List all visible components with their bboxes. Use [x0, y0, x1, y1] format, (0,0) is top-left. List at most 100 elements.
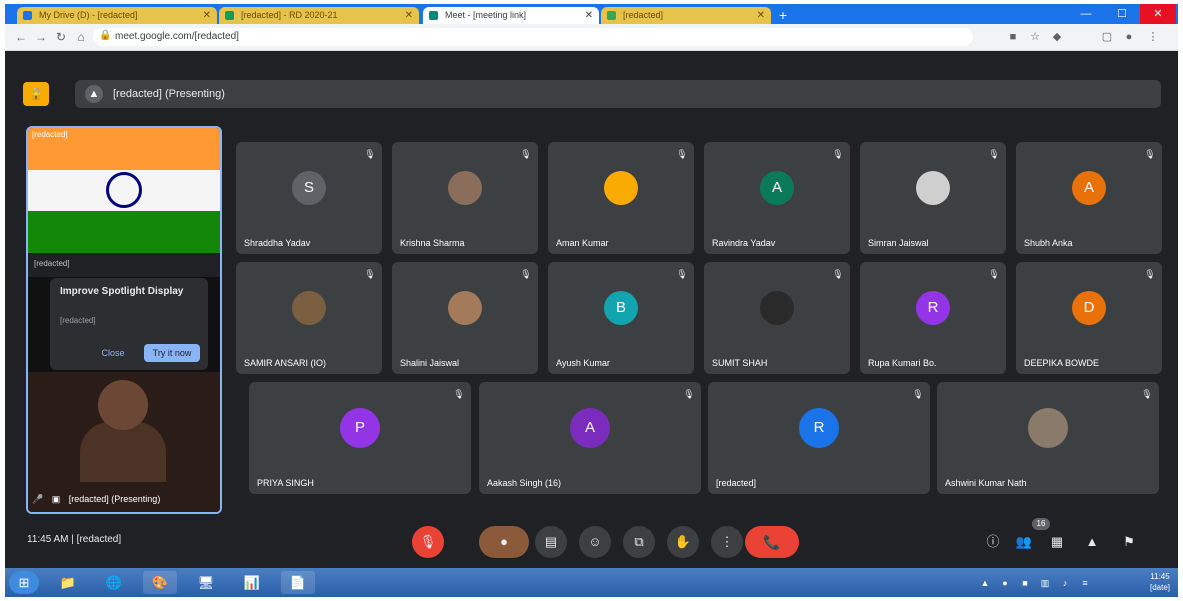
star-icon[interactable]: ☆: [1027, 29, 1043, 45]
presentation-top-text: [redacted]: [32, 130, 68, 139]
participant-name: Krishna Sharma: [400, 238, 465, 248]
home-icon[interactable]: ⌂: [73, 29, 89, 45]
activities-icon[interactable]: ▲: [1080, 530, 1104, 554]
presenter-video: 🎤 ▣ [redacted] (Presenting): [28, 372, 220, 512]
participant-tile[interactable]: 🎙 D DEEPIKA BOWDE: [1016, 262, 1162, 374]
participant-tile[interactable]: 🎙 R [redacted]: [708, 382, 930, 494]
participant-tile[interactable]: 🎙 B Ayush Kumar: [548, 262, 694, 374]
chat-icon[interactable]: ▦: [1045, 530, 1069, 554]
whatsapp-icon: [607, 11, 616, 20]
reload-icon[interactable]: ↻: [53, 29, 69, 45]
popup-close-button[interactable]: Close: [90, 344, 136, 362]
captions-button[interactable]: ▤: [535, 526, 567, 558]
back-icon[interactable]: ←: [13, 29, 29, 45]
browser-tab[interactable]: [redacted] - RD 2020-21 ✕: [219, 7, 419, 24]
close-icon[interactable]: ✕: [203, 7, 211, 24]
participant-name: Simran Jaiswal: [868, 238, 929, 248]
participant-tile[interactable]: 🎙 SUMIT SHAH: [704, 262, 850, 374]
muted-mic-icon: 🎙: [676, 269, 688, 279]
spotlight-popup: Improve Spotlight Display [redacted] Clo…: [50, 278, 208, 370]
avatar-photo: [292, 291, 326, 325]
maximize-button[interactable]: ☐: [1104, 4, 1140, 24]
host-controls-icon[interactable]: 🔒: [23, 82, 49, 106]
caption-text: [redacted]: [34, 259, 70, 268]
presentation-screen: [redacted]: [28, 128, 220, 253]
muted-mic-icon: 🎙: [520, 269, 532, 279]
avatar: S: [292, 171, 326, 205]
close-icon[interactable]: ✕: [757, 7, 765, 24]
browser-tab-active[interactable]: Meet - [meeting link] ✕: [423, 7, 599, 24]
people-icon[interactable]: 👥: [1012, 530, 1036, 554]
avatar: A: [1072, 171, 1106, 205]
participant-name: Ayush Kumar: [556, 358, 610, 368]
taskbar-app[interactable]: 🌐: [97, 571, 131, 594]
raise-hand-button[interactable]: ✋: [667, 526, 699, 558]
volume-icon[interactable]: ♪: [1058, 576, 1072, 590]
participant-tile[interactable]: 🎙 S Shraddha Yadav: [236, 142, 382, 254]
avatar: A: [570, 408, 610, 448]
participant-tile[interactable]: 🎙 Shalini Jaiswal: [392, 262, 538, 374]
taskbar-app[interactable]: 📊: [235, 571, 269, 594]
tab-label: Meet - [meeting link]: [445, 10, 527, 20]
profile-icon[interactable]: ●: [1121, 29, 1137, 45]
participant-name: SAMIR ANSARI (IO): [244, 358, 327, 368]
tray-icon[interactable]: ■: [1018, 576, 1032, 590]
tab-label: [redacted] - RD 2020-21: [241, 10, 338, 20]
close-icon[interactable]: ✕: [585, 7, 593, 24]
camera-preview[interactable]: ●: [479, 526, 529, 558]
browser-tab[interactable]: My Drive (D) - [redacted] ✕: [17, 7, 217, 24]
more-options-button[interactable]: ⋮: [711, 526, 743, 558]
url-input[interactable]: 🔒 meet.google.com/[redacted]: [93, 28, 973, 46]
participant-name: Shalini Jaiswal: [400, 358, 460, 368]
forward-icon[interactable]: →: [33, 29, 49, 45]
participant-tile[interactable]: 🎙 SAMIR ANSARI (IO): [236, 262, 382, 374]
participant-tile[interactable]: 🎙 P PRIYA SINGH: [249, 382, 471, 494]
browser-tab[interactable]: [redacted] ✕: [601, 7, 771, 24]
participant-name: DEEPIKA BOWDE: [1024, 358, 1100, 368]
tray-icon[interactable]: ●: [998, 576, 1012, 590]
clock[interactable]: 11:45 [date]: [1150, 571, 1170, 593]
camera-icon[interactable]: ■: [1005, 29, 1021, 45]
participant-tile[interactable]: 🎙 Ashwini Kumar Nath: [937, 382, 1159, 494]
participant-tile[interactable]: 🎙 Aman Kumar: [548, 142, 694, 254]
flag-green: [28, 211, 220, 253]
muted-mic-icon: 🎙: [988, 149, 1000, 159]
present-button[interactable]: ⧉: [623, 526, 655, 558]
popup-try-button[interactable]: Try it now: [144, 344, 200, 362]
end-call-button[interactable]: 📞: [745, 526, 799, 558]
minimize-button[interactable]: —: [1068, 4, 1104, 24]
system-tray: ▲ ● ■ ▥ ♪ ≡ 11:45 [date]: [958, 568, 1178, 597]
participant-tile[interactable]: 🎙 Krishna Sharma: [392, 142, 538, 254]
menu-icon[interactable]: ⋮: [1145, 29, 1161, 45]
presenter-panel[interactable]: [redacted] [redacted] Improve Spotlight …: [26, 126, 222, 514]
extension-icon[interactable]: ◆: [1049, 29, 1065, 45]
tab-search-icon[interactable]: ▢: [1099, 29, 1115, 45]
mic-off-button[interactable]: 🎙: [412, 526, 444, 558]
participant-tile[interactable]: 🎙 Simran Jaiswal: [860, 142, 1006, 254]
taskbar-app[interactable]: 📁: [51, 571, 85, 594]
language-icon[interactable]: ≡: [1078, 576, 1092, 590]
participant-name: SUMIT SHAH: [712, 358, 768, 368]
meeting-controls-bar: 11:45 AM | [redacted] 🎙 ● ▤ ☺ ⧉ ✋ ⋮ 📞 ⓘ …: [5, 516, 1178, 568]
host-lock-icon[interactable]: ⚑: [1117, 530, 1141, 554]
participant-tile[interactable]: 🎙 A Ravindra Yadav: [704, 142, 850, 254]
start-button[interactable]: ⊞: [9, 571, 39, 594]
emoji-button[interactable]: ☺: [579, 526, 611, 558]
tray-icon[interactable]: ▲: [978, 576, 992, 590]
network-icon[interactable]: ▥: [1038, 576, 1052, 590]
avatar: A: [760, 171, 794, 205]
taskbar-app[interactable]: 📄: [281, 571, 315, 594]
browser-tab-bar: My Drive (D) - [redacted] ✕ [redacted] -…: [5, 4, 1178, 24]
close-icon[interactable]: ✕: [405, 7, 413, 24]
participant-tile[interactable]: 🎙 A Shubh Anka: [1016, 142, 1162, 254]
new-tab-button[interactable]: +: [775, 7, 791, 23]
close-window-button[interactable]: ✕: [1140, 4, 1176, 24]
info-icon[interactable]: ⓘ: [981, 530, 1005, 554]
presenting-info-bar[interactable]: ▲ [redacted] (Presenting): [75, 80, 1161, 108]
participant-tile[interactable]: 🎙 A Aakash Singh (16): [479, 382, 701, 494]
taskbar-app[interactable]: 🖥: [189, 571, 223, 594]
taskbar-app[interactable]: 🎨: [143, 571, 177, 594]
avatar-photo: [760, 291, 794, 325]
avatar: B: [604, 291, 638, 325]
participant-tile[interactable]: 🎙 R Rupa Kumari Bo.: [860, 262, 1006, 374]
